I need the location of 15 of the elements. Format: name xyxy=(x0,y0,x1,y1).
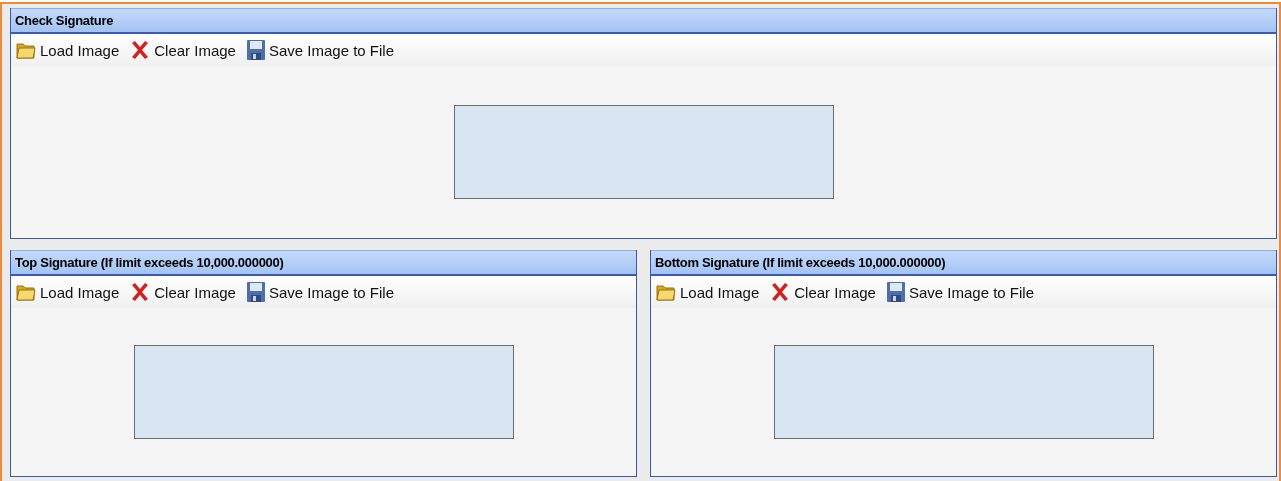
panel-title: Check Signature xyxy=(15,13,114,28)
folder-icon xyxy=(15,282,37,302)
toolbar-button[interactable]: Save Image to File xyxy=(243,39,396,61)
toolbar-button[interactable]: Clear Image xyxy=(127,281,238,303)
toolbar-button[interactable]: Clear Image xyxy=(767,281,878,303)
toolbar-button[interactable]: Load Image xyxy=(653,282,762,302)
panel-title: Top Signature (If limit exceeds 10,000.000000) xyxy=(15,255,284,270)
toolbar-button[interactable]: Save Image to File xyxy=(243,281,396,303)
folder-icon xyxy=(15,40,37,60)
panel-title: Bottom Signature (If limit exceeds 10,000.000000) xyxy=(655,255,946,270)
toolbar-button[interactable]: Save Image to File xyxy=(883,281,1036,303)
toolbar-button[interactable]: Load Image xyxy=(13,40,122,60)
toolbar-button[interactable]: Clear Image xyxy=(127,39,238,61)
folder-icon xyxy=(655,282,677,302)
toolbar-button[interactable]: Load Image xyxy=(13,282,122,302)
